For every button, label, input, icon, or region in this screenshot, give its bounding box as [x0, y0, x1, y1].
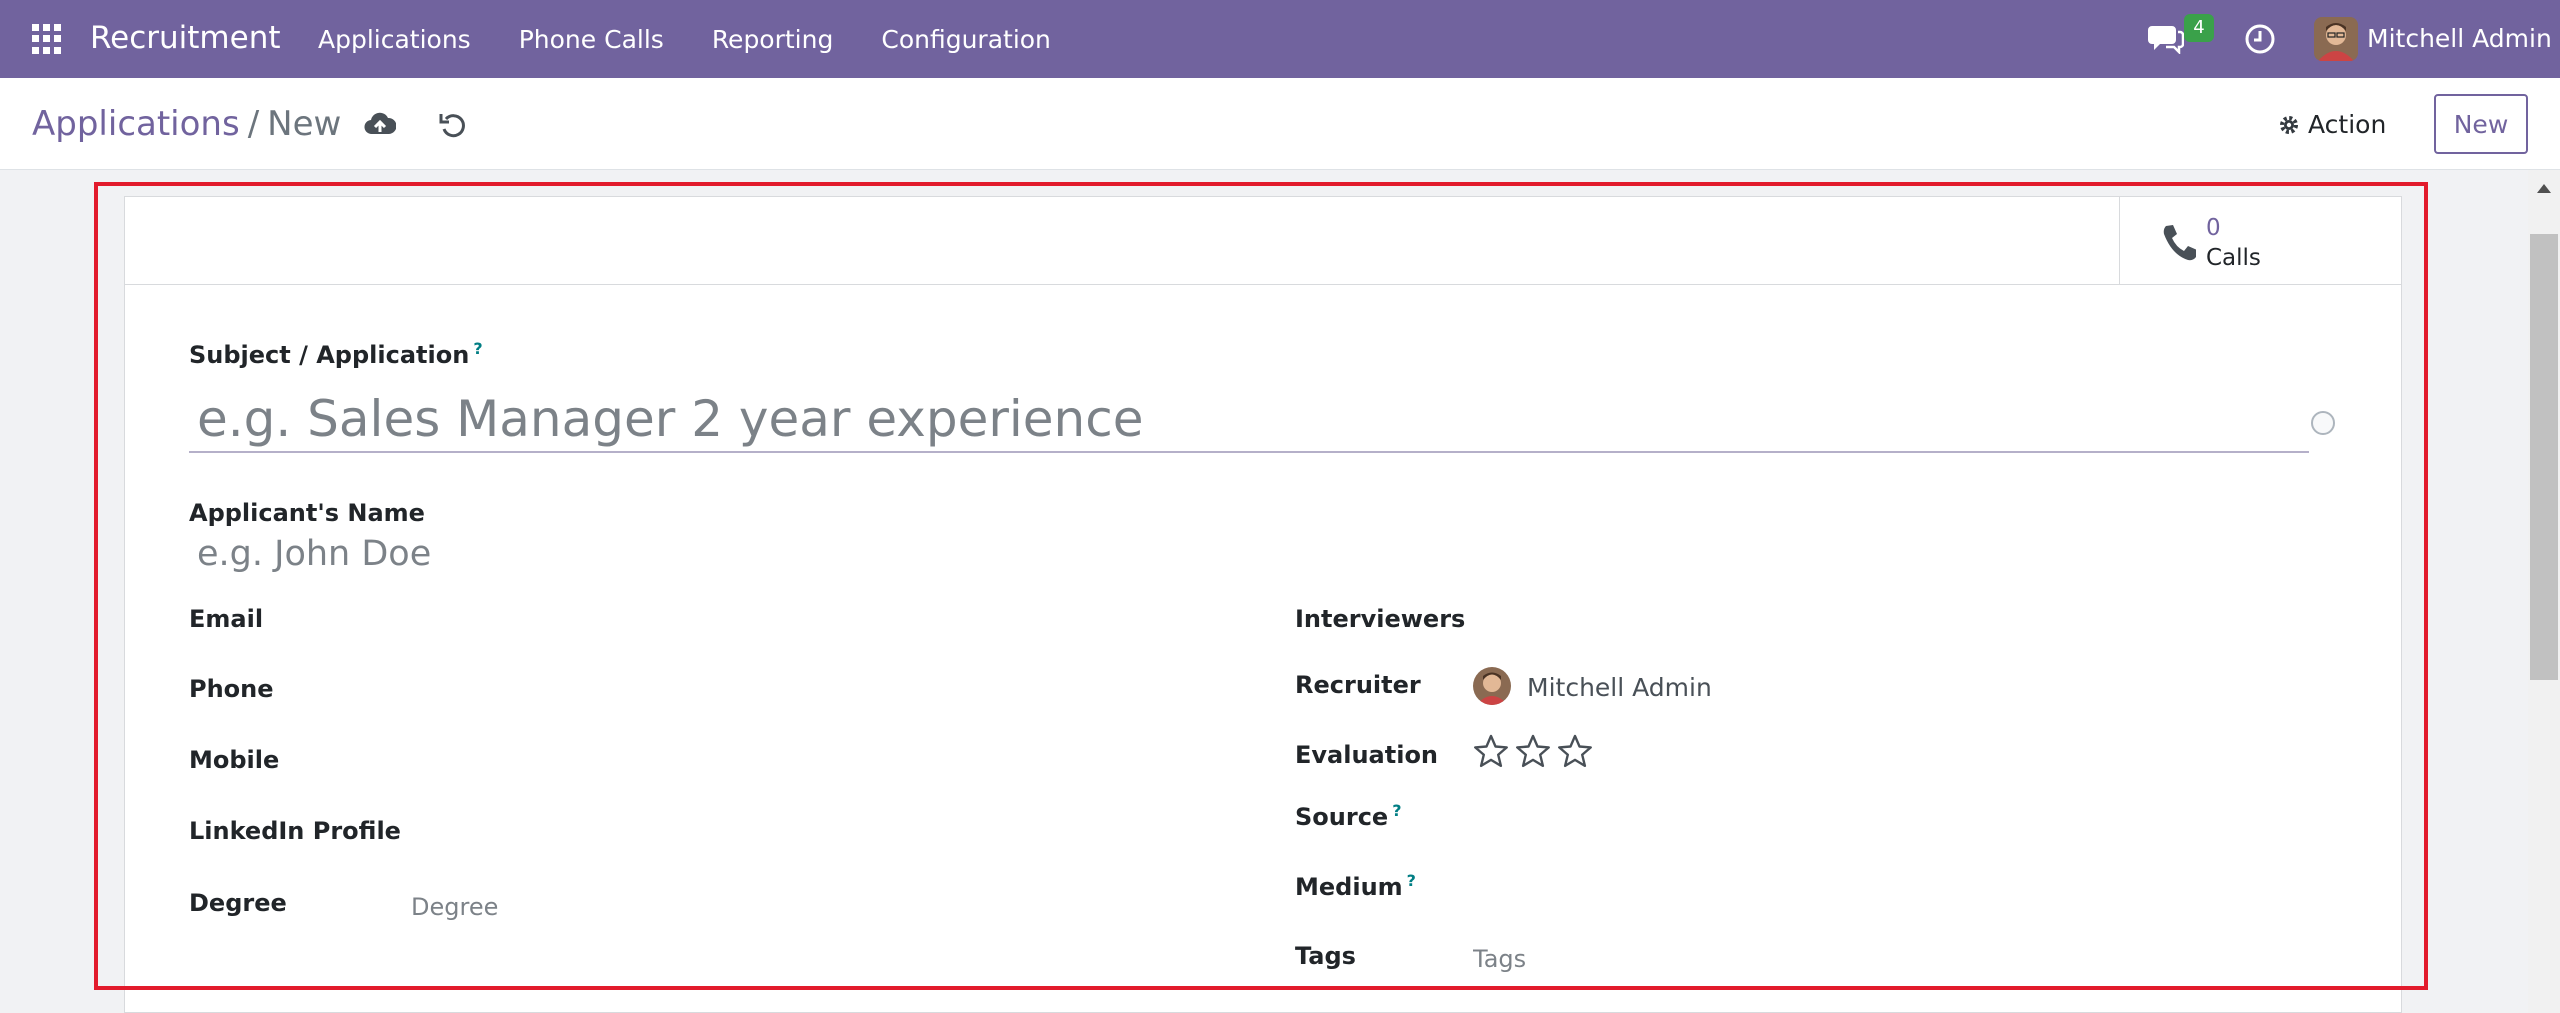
source-field[interactable] [1473, 797, 2303, 833]
phone-label: Phone [189, 675, 274, 703]
breadcrumb: Applications / New [32, 104, 341, 144]
star-1-icon[interactable] [1473, 733, 1509, 769]
apps-menu-icon[interactable] [32, 24, 62, 54]
smart-button-box: 0 Calls [125, 197, 2401, 285]
menu-item-reporting[interactable]: Reporting [712, 25, 834, 54]
activity-clock-icon[interactable] [2244, 23, 2276, 55]
messages-count-badge: 4 [2184, 14, 2214, 42]
breadcrumb-current: New [267, 104, 342, 144]
medium-label-text: Medium [1295, 873, 1403, 901]
recruiter-avatar [1473, 667, 1511, 705]
degree-field[interactable] [411, 889, 1167, 925]
interviewers-field[interactable] [1473, 599, 2303, 635]
subject-input[interactable] [189, 387, 2309, 453]
mobile-label: Mobile [189, 746, 280, 774]
email-field[interactable] [407, 599, 1167, 635]
tags-label: Tags [1295, 942, 1356, 970]
top-navbar: Recruitment Applications Phone Calls Rep… [0, 0, 2560, 78]
medium-field[interactable] [1473, 867, 2303, 903]
gear-icon [2280, 115, 2298, 134]
calls-count: 0 [2206, 215, 2221, 241]
medium-help-icon[interactable]: ? [1407, 871, 1416, 890]
calls-smart-button[interactable]: 0 Calls [2119, 197, 2401, 285]
menu-item-configuration[interactable]: Configuration [881, 25, 1051, 54]
phone-icon [2163, 225, 2196, 261]
page-scrollbar[interactable] [2528, 170, 2560, 1013]
applicant-name-input[interactable] [189, 529, 1089, 579]
email-label: Email [189, 605, 264, 633]
scroll-up-arrow-icon[interactable] [2537, 184, 2551, 193]
source-help-icon[interactable]: ? [1392, 801, 1401, 820]
calls-label: Calls [2206, 245, 2261, 271]
source-label-text: Source [1295, 803, 1389, 831]
mobile-field[interactable] [407, 740, 1167, 776]
new-record-button[interactable]: New [2434, 94, 2528, 154]
star-2-icon[interactable] [1515, 733, 1551, 769]
linkedin-field[interactable] [407, 811, 1167, 847]
scrollbar-thumb[interactable] [2530, 234, 2558, 680]
action-menu-button[interactable]: Action [2278, 110, 2386, 139]
tags-field[interactable] [1473, 941, 2303, 977]
degree-label: Degree [189, 889, 287, 917]
discard-undo-icon[interactable] [438, 110, 468, 140]
medium-label: Medium? [1295, 871, 1416, 901]
action-label: Action [2308, 110, 2387, 139]
messages-icon[interactable] [2148, 22, 2184, 54]
recruiter-label: Recruiter [1295, 671, 1421, 699]
breadcrumb-separator: / [247, 104, 260, 144]
user-avatar[interactable] [2314, 17, 2358, 61]
kanban-state-indicator[interactable] [2311, 411, 2335, 435]
main-menu: Applications Phone Calls Reporting Confi… [318, 25, 1051, 54]
evaluation-label: Evaluation [1295, 741, 1439, 769]
app-brand[interactable]: Recruitment [90, 20, 281, 56]
recruiter-value[interactable]: Mitchell Admin [1527, 673, 1712, 702]
phone-field[interactable] [407, 669, 1167, 705]
linkedin-label: LinkedIn Profile [189, 817, 401, 845]
evaluation-stars [1473, 733, 1593, 769]
interviewers-label: Interviewers [1295, 605, 1466, 633]
menu-item-applications[interactable]: Applications [318, 25, 471, 54]
save-cloud-icon[interactable] [364, 110, 396, 138]
star-3-icon[interactable] [1557, 733, 1593, 769]
source-label: Source? [1295, 801, 1401, 831]
menu-item-phone-calls[interactable]: Phone Calls [519, 25, 664, 54]
control-panel: Applications / New Action New [0, 78, 2560, 170]
user-name[interactable]: Mitchell Admin [2367, 24, 2552, 53]
subject-label: Subject / Application? [189, 339, 483, 369]
applicant-name-label: Applicant's Name [189, 499, 425, 527]
subject-label-text: Subject / Application [189, 341, 470, 369]
breadcrumb-applications[interactable]: Applications [32, 104, 240, 144]
form-sheet: 0 Calls Subject / Application? Applicant… [124, 196, 2402, 1013]
subject-help-icon[interactable]: ? [473, 339, 482, 358]
